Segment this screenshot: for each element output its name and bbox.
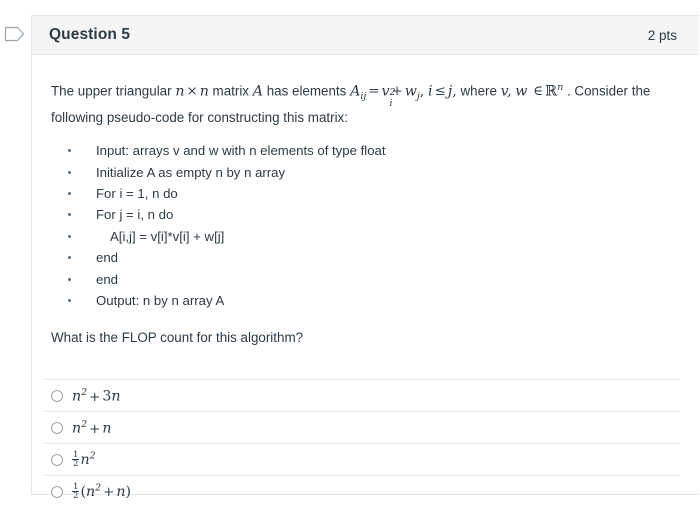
answer-option-b[interactable]: n2 + n [42,411,681,443]
list-item: For j = i, n do [68,204,681,225]
radio-button-icon[interactable] [51,485,63,498]
code-line-text: end [96,250,119,266]
radio-button-icon[interactable] [51,389,63,402]
code-line-text: For i = 1, n do [96,185,178,201]
answer-option-d-label: 1 2 (n2 + n) [72,481,132,502]
answer-option-b-label: n2 + n [72,418,112,437]
math-v-member: v, [500,83,512,100]
question-body: The upper triangular n × n matrix A has el… [32,55,699,507]
pseudo-code-list: Input: arrays v and w with n elements of… [42,140,681,311]
question-points: 2 pts [647,27,677,43]
answer-option-a-label: n2 +3n [72,386,121,405]
code-line-text: For j = i, n do [96,207,174,223]
list-item: end [68,269,681,290]
list-item: A[i,j] = v[i]*v[i] + w[j] [68,226,681,247]
math-i: i [428,83,433,100]
flag-outline-icon[interactable] [4,24,28,46]
question-title: Question 5 [49,26,131,43]
math-A-ij: A [350,83,361,100]
answer-options-list: n2 +3n n2 + n 1 2 n2 1 2 (n2 + n) [42,379,681,507]
math-v-sub: i [389,98,393,110]
answer-option-c-label: 1 2 n2 [72,449,96,470]
question-header: Question 5 2 pts [32,16,699,55]
radio-button-icon[interactable] [51,421,63,434]
answer-option-d[interactable]: 1 2 (n2 + n) [42,475,681,507]
code-line-text: A[i,j] = v[i]*v[i] + w[j] [110,228,225,244]
math-in: ∈ [533,84,544,100]
list-item: Input: arrays v and w with n elements of… [68,140,681,161]
math-A-1: A [252,83,263,100]
math-le: ≤ [434,84,446,100]
code-line-text: Initialize A as empty n by n array [96,164,286,180]
statement-text-2: has elements [262,83,351,99]
question-prompt: What is the FLOP count for this algorith… [51,330,304,346]
answer-option-a[interactable]: n2 +3n [42,379,681,411]
answer-option-c[interactable]: 1 2 n2 [42,443,681,475]
question-container: Question 5 2 pts The upper triangular n ×… [31,15,699,501]
math-reals: ℝ [545,82,558,100]
math-equals: = [368,84,380,100]
math-w-member: w [515,83,528,100]
math-times: × [186,84,198,100]
code-line-text: end [96,271,119,287]
statement-text-matrix: matrix [208,83,253,99]
statement-text-1: The upper triangular [51,83,176,99]
list-item: end [68,247,681,268]
math-n-2: n [199,83,209,100]
code-line-text: Output: n by n array A [96,292,225,308]
list-item: For i = 1, n do [68,183,681,204]
question-statement: The upper triangular n × n matrix A has el… [42,77,681,128]
math-w: w [404,83,417,100]
radio-button-icon[interactable] [51,453,63,466]
math-comma-1: , [419,83,425,100]
quiz-question-page: Question 5 2 pts The upper triangular n ×… [0,0,700,509]
statement-text-where: where [456,83,501,99]
list-item: Output: n by n array A [68,290,681,311]
code-line-text: Input: arrays v and w with n elements of… [96,143,386,159]
list-item: Initialize A as empty n by n array [68,162,681,183]
